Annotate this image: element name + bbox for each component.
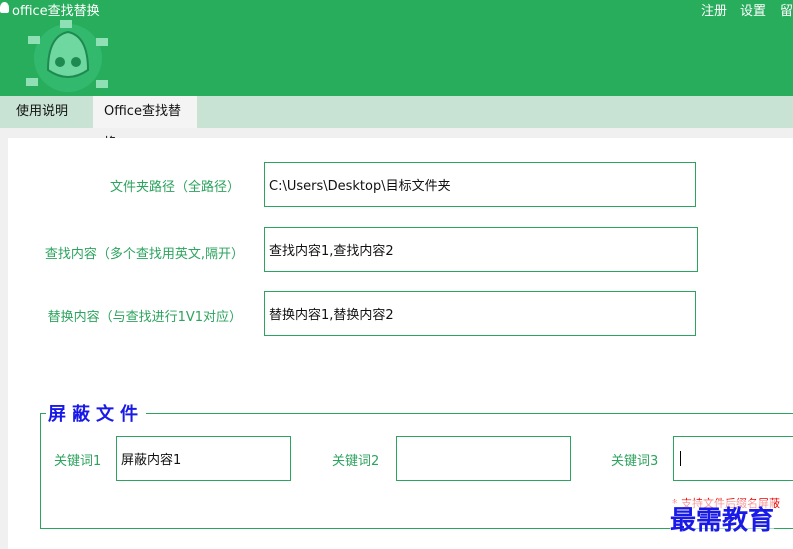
settings-button[interactable]: 设置 [740,0,766,19]
replace-content-input[interactable]: 替换内容1,替换内容2 [264,291,696,336]
keyword2-input[interactable] [396,436,571,481]
tab-office-find-replace[interactable]: Office查找替换 [93,96,197,151]
tab-instructions[interactable]: 使用说明 [0,96,84,128]
window-title: office查找替换 [12,4,100,19]
replace-content-label: 替换内容（与查找进行1V1对应） [47,310,242,325]
text-caret [680,451,681,466]
keyword3-label: 关键词3 [611,454,659,469]
mascot-logo-icon [26,20,108,92]
keyword1-input[interactable]: 屏蔽内容1 [116,436,291,481]
keyword2-label: 关键词2 [332,454,380,469]
header-banner: office查找替换 注册 设置 留 [0,0,793,96]
find-content-value: 查找内容1,查找内容2 [269,244,394,259]
watermark: 最需教育 [670,500,775,537]
register-button[interactable]: 注册 [701,0,727,19]
find-content-input[interactable]: 查找内容1,查找内容2 [264,227,698,272]
keyword1-value: 屏蔽内容1 [121,453,182,468]
folder-path-input[interactable]: C:\Users\Desktop\目标文件夹 [264,162,696,207]
find-content-label: 查找内容（多个查找用英文,隔开） [44,247,244,262]
message-button[interactable]: 留 [780,0,793,19]
folder-path-label: 文件夹路径（全路径） [109,180,240,195]
replace-content-value: 替换内容1,替换内容2 [269,308,394,323]
app-icon [0,2,9,13]
keyword1-label: 关键词1 [54,454,102,469]
tab-bar: 使用说明 Office查找替换 [0,96,793,151]
keyword3-input[interactable] [673,436,793,481]
folder-path-value: C:\Users\Desktop\目标文件夹 [269,179,451,194]
shield-files-legend: 屏蔽文件 [46,400,146,426]
